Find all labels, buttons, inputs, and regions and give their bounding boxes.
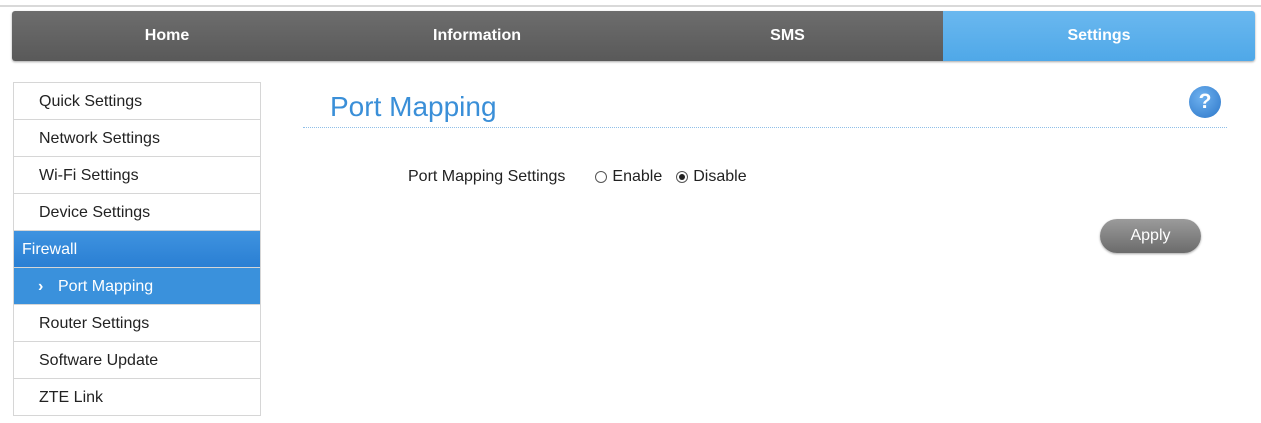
sidebar-item-zte-link[interactable]: ZTE Link <box>14 379 260 416</box>
disable-radio[interactable] <box>676 171 689 183</box>
enable-radio[interactable] <box>595 171 608 183</box>
tab-home[interactable]: Home <box>12 11 322 61</box>
apply-button[interactable]: Apply <box>1100 219 1201 253</box>
page-title: Port Mapping <box>330 91 497 122</box>
top-divider <box>0 5 1261 7</box>
disable-label: Disable <box>693 168 747 185</box>
top-navigation: Home Information SMS Settings <box>12 11 1255 61</box>
enable-option[interactable]: Enable <box>595 168 662 186</box>
sidebar-item-firewall[interactable]: Firewall <box>14 231 260 268</box>
enable-label: Enable <box>612 168 663 185</box>
chevron-right-icon: › <box>38 278 44 295</box>
tab-sms[interactable]: SMS <box>632 11 943 61</box>
sidebar-item-software-update[interactable]: Software Update <box>14 342 260 379</box>
help-icon[interactable]: ? <box>1189 86 1221 118</box>
sidebar-item-wifi-settings[interactable]: Wi-Fi Settings <box>14 157 260 194</box>
sidebar-item-router-settings[interactable]: Router Settings <box>14 305 260 342</box>
port-mapping-setting-row: Port Mapping Settings Enable Disable <box>408 166 761 188</box>
router-admin-page: Home Information SMS Settings Quick Sett… <box>0 0 1261 423</box>
sidebar-item-network-settings[interactable]: Network Settings <box>14 120 260 157</box>
sidebar-item-quick-settings[interactable]: Quick Settings <box>14 83 260 120</box>
sidebar-item-device-settings[interactable]: Device Settings <box>14 194 260 231</box>
tab-information[interactable]: Information <box>322 11 632 61</box>
tab-settings[interactable]: Settings <box>943 11 1255 61</box>
sidebar-item-label: Port Mapping <box>58 278 154 295</box>
setting-label: Port Mapping Settings <box>408 168 566 185</box>
sidebar-item-port-mapping[interactable]: › Port Mapping <box>14 268 260 305</box>
title-divider <box>303 127 1227 128</box>
disable-option[interactable]: Disable <box>676 168 747 186</box>
settings-sidebar: Quick Settings Network Settings Wi-Fi Se… <box>13 82 261 416</box>
